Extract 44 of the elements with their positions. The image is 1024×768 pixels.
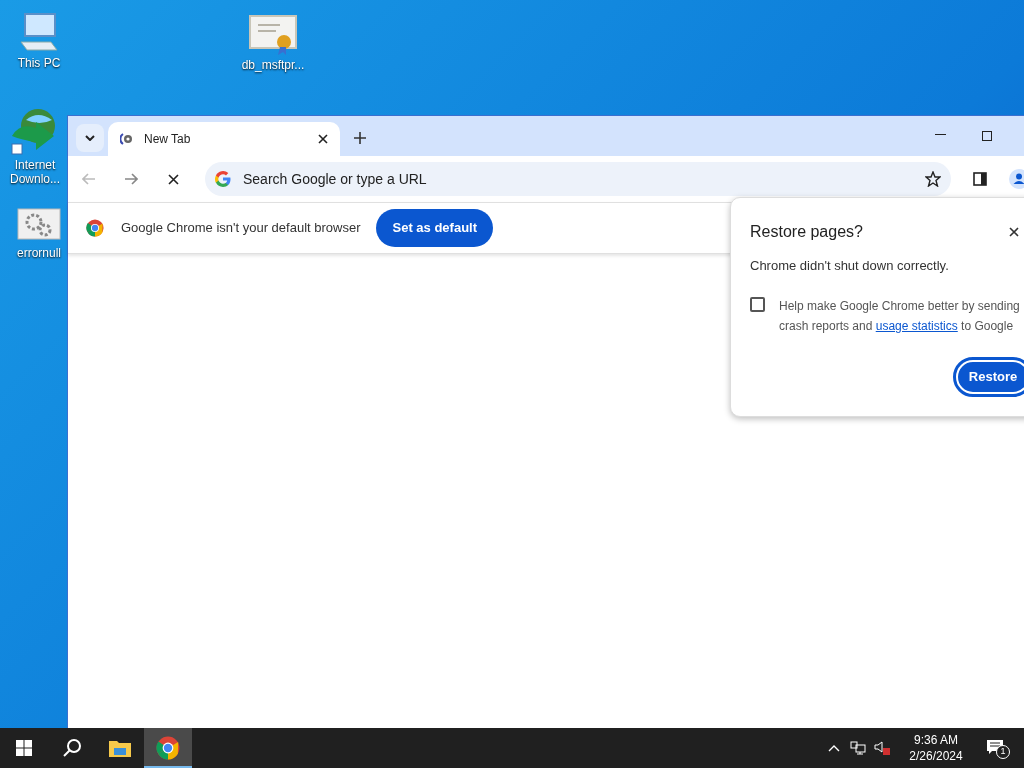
dialog-message: Chrome didn't shut down correctly. xyxy=(750,257,950,275)
network-icon[interactable] xyxy=(850,741,866,755)
checkbox-label: Help make Google Chrome better by sending crash reports and usage statistics to Google xyxy=(779,297,1021,335)
clock-time[interactable]: 9:36 AM xyxy=(914,732,958,748)
speaker-muted-icon[interactable] xyxy=(874,741,890,755)
certificate-icon xyxy=(248,12,298,56)
folder-icon xyxy=(108,738,132,758)
computer-icon xyxy=(17,10,61,54)
address-bar[interactable]: Search Google or type a URL xyxy=(205,162,951,196)
stop-icon[interactable] xyxy=(168,173,179,185)
loading-icon xyxy=(120,132,134,146)
taskbar-app[interactable] xyxy=(144,728,192,768)
chrome-icon xyxy=(86,219,104,237)
clock-date[interactable]: 2/26/2024 xyxy=(909,748,963,764)
dialog-title: Restore pages? xyxy=(750,222,864,242)
browser-tab[interactable]: New Tab xyxy=(108,122,340,156)
desktop-icon-label[interactable]: Internet Downlo... xyxy=(4,158,66,186)
restore-button[interactable]: Restore xyxy=(953,357,1024,397)
usage-statistics-link[interactable]: usage statistics xyxy=(875,318,958,333)
notification-button[interactable]: 1 xyxy=(986,737,1010,759)
tab-title: New Tab xyxy=(144,131,192,148)
profile-icon[interactable] xyxy=(1009,169,1024,189)
forward-arrow-icon[interactable] xyxy=(124,173,138,185)
side-panel-icon[interactable] xyxy=(973,172,987,186)
maximize-icon[interactable] xyxy=(982,131,992,141)
search-icon xyxy=(62,738,82,758)
desktop-icon-label[interactable]: db_msftpr... xyxy=(241,58,305,72)
infobar-message: Google Chrome isn't your default browser xyxy=(121,219,361,238)
set-default-button[interactable]: Set as default xyxy=(376,209,493,247)
chrome-icon xyxy=(156,736,180,760)
chevron-down-icon xyxy=(85,135,95,141)
chevron-up-icon[interactable] xyxy=(828,744,840,752)
close-icon[interactable] xyxy=(318,134,328,144)
new-tab-icon[interactable] xyxy=(354,132,366,144)
notification-count: 1 xyxy=(996,745,1010,759)
active-indicator xyxy=(144,766,192,768)
star-icon[interactable] xyxy=(925,171,941,187)
tab-search-button[interactable] xyxy=(76,124,104,152)
desktop-icon-label[interactable]: errornull xyxy=(17,246,61,260)
minimize-icon[interactable] xyxy=(935,134,946,136)
close-icon[interactable] xyxy=(1009,227,1019,237)
checkbox[interactable] xyxy=(750,296,765,312)
google-g-icon xyxy=(215,171,231,187)
windows-logo-icon xyxy=(16,740,32,756)
